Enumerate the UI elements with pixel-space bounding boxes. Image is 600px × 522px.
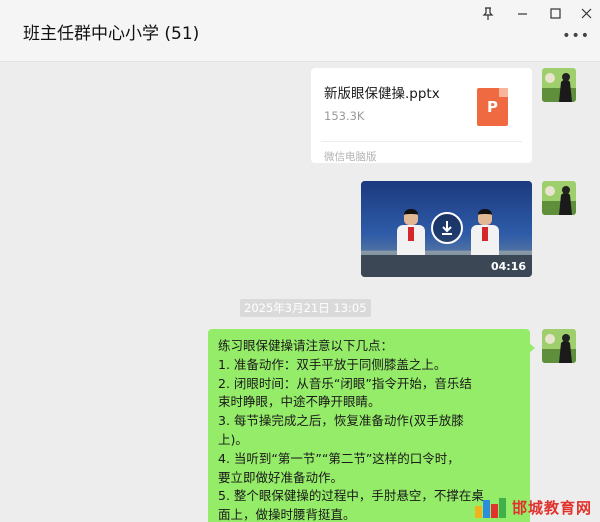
divider [321, 141, 522, 142]
file-size: 153.3K [324, 109, 365, 123]
close-button[interactable] [574, 3, 598, 23]
pin-button[interactable] [476, 3, 500, 23]
message-line: 上)。 [218, 431, 248, 447]
maximize-button[interactable] [543, 3, 567, 23]
avatar[interactable] [542, 181, 576, 215]
title-bar: 班主任群中心小学 (51) ••• [0, 0, 600, 62]
file-source: 微信电脑版 [324, 151, 377, 163]
minimize-icon [517, 12, 527, 15]
close-icon [581, 8, 591, 18]
text-message-bubble[interactable]: 练习眼保健操请注意以下几点： 1. 准备动作：双手平放于同侧膝盖之上。 2. 闭… [208, 329, 535, 522]
message-line: 1. 准备动作：双手平放于同侧膝盖之上。 [218, 356, 447, 372]
minimize-button[interactable] [510, 3, 534, 23]
file-message[interactable]: 新版眼保健操.pptx 153.3K P 微信电脑版 [311, 68, 532, 163]
avatar[interactable] [542, 68, 576, 102]
chat-title: 班主任群中心小学 (51) [23, 24, 200, 44]
message-line: 束时睁眼，中途不睁开眼睛。 [218, 394, 381, 410]
message-line: 2. 闭眼时间：从音乐“闭眼”指令开始，音乐结 [218, 375, 472, 391]
message-line: 要立即做好准备动作。 [218, 469, 344, 485]
message-line: 3. 每节操完成之后，恢复准备动作(双手放膝 [218, 413, 464, 429]
avatar[interactable] [542, 329, 576, 363]
ppt-file-icon: P [477, 88, 508, 126]
more-options-button[interactable]: ••• [562, 28, 590, 44]
watermark-logo-icon [474, 497, 509, 518]
pin-icon [482, 6, 494, 20]
video-thumbnail-figure [469, 209, 501, 259]
message-timestamp: 2025年3月21日 13:05 [240, 299, 371, 317]
watermark-text: 邯城教育网 [511, 499, 592, 517]
chat-area: 新版眼保健操.pptx 153.3K P 微信电脑版 04:16 2025年3月… [0, 62, 600, 522]
video-duration: 04:16 [490, 260, 526, 273]
maximize-icon [549, 7, 561, 19]
file-name: 新版眼保健操.pptx [324, 86, 440, 102]
download-icon[interactable] [431, 212, 463, 244]
message-line: 4. 当听到“第一节”“第二节”这样的口令时， [218, 450, 460, 466]
message-line: 练习眼保健操请注意以下几点： [218, 338, 394, 353]
video-thumbnail-figure [395, 209, 427, 259]
video-message[interactable]: 04:16 [361, 181, 532, 277]
watermark: 邯城教育网 [474, 497, 592, 518]
